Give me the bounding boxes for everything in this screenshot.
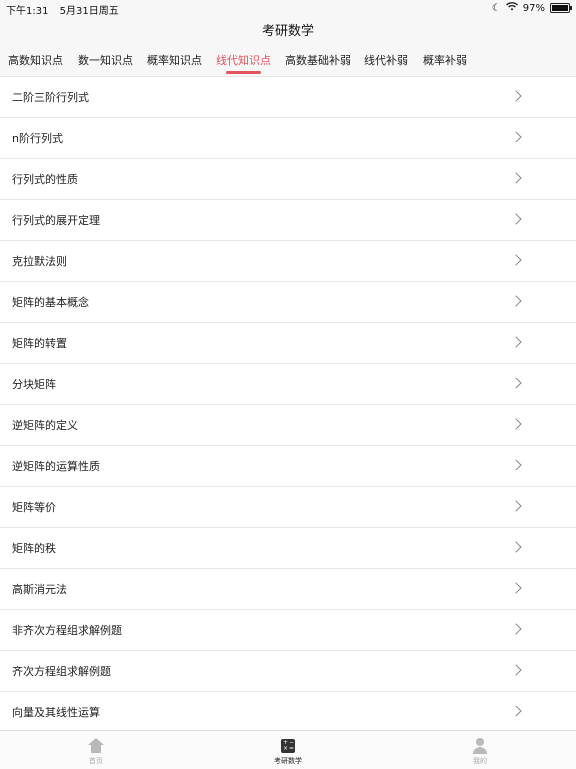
chevron-right-icon — [510, 131, 522, 143]
tab-label: 概率知识点 — [147, 54, 202, 67]
list-item-label: 非齐次方程组求解例题 — [12, 624, 122, 637]
chevron-right-icon — [510, 90, 522, 102]
list-item-label: 矩阵的秩 — [12, 542, 56, 555]
tab-mine-label: 我的 — [473, 757, 487, 765]
list-item[interactable]: 矩阵的秩 — [0, 528, 576, 569]
moon-icon: ☾ — [491, 2, 501, 14]
chevron-right-icon — [510, 295, 522, 307]
wifi-icon — [505, 2, 518, 14]
tab-label: 概率补弱 — [423, 54, 467, 67]
tab-6[interactable]: 概率补弱 — [423, 46, 467, 76]
list-item[interactable]: 矩阵等价 — [0, 487, 576, 528]
list-item-label: 矩阵等价 — [12, 501, 56, 514]
active-tab-indicator — [226, 71, 261, 74]
list-item[interactable]: 行列式的性质 — [0, 159, 576, 200]
tab-home[interactable]: 首页 — [56, 731, 136, 769]
list-item[interactable]: 矩阵的基本概念 — [0, 282, 576, 323]
list-item-label: 向量及其线性运算 — [12, 706, 100, 719]
person-icon — [472, 738, 488, 754]
chevron-right-icon — [510, 541, 522, 553]
chevron-right-icon — [510, 377, 522, 389]
chevron-right-icon — [510, 705, 522, 717]
list-item[interactable]: 二阶三阶行列式 — [0, 77, 576, 118]
tab-label: 线代补弱 — [364, 54, 408, 67]
tab-kaoyan-math[interactable]: + − × = 考研数学 — [248, 731, 328, 769]
tab-4[interactable]: 高数基础补弱 — [285, 46, 351, 76]
list-item-label: 克拉默法则 — [12, 255, 67, 268]
category-tab-bar: 高数知识点 数一知识点 概率知识点 线代知识点 高数基础补弱 线代补弱 概率补弱 — [0, 46, 576, 77]
list-item[interactable]: 矩阵的转置 — [0, 323, 576, 364]
chevron-right-icon — [510, 500, 522, 512]
chevron-right-icon — [510, 336, 522, 348]
chevron-right-icon — [510, 254, 522, 266]
calculator-icon: + − × = — [281, 739, 295, 753]
list-item[interactable]: 齐次方程组求解例题 — [0, 651, 576, 692]
list-item[interactable]: 克拉默法则 — [0, 241, 576, 282]
list-item-label: 行列式的展开定理 — [12, 214, 100, 227]
list-item-label: 高斯消元法 — [12, 583, 67, 596]
tab-5[interactable]: 线代补弱 — [364, 46, 408, 76]
battery-text: 97% — [522, 2, 545, 14]
battery-icon — [550, 3, 572, 13]
list-item-label: 行列式的性质 — [12, 173, 78, 186]
list-item-label: 二阶三阶行列式 — [12, 91, 89, 104]
chevron-right-icon — [510, 213, 522, 225]
list-item-label: n阶行列式 — [12, 132, 63, 145]
tab-3[interactable]: 线代知识点 — [216, 46, 271, 76]
chevron-right-icon — [510, 172, 522, 184]
tab-label: 数一知识点 — [78, 54, 133, 67]
page-title: 考研数学 — [261, 24, 314, 39]
list-item[interactable]: 逆矩阵的定义 — [0, 405, 576, 446]
navigation-bar: 考研数学 — [0, 16, 576, 46]
chevron-right-icon — [510, 582, 522, 594]
chevron-right-icon — [510, 623, 522, 635]
list-item[interactable]: 高斯消元法 — [0, 569, 576, 610]
tab-1[interactable]: 数一知识点 — [78, 46, 133, 76]
home-icon — [88, 738, 104, 754]
chevron-right-icon — [510, 664, 522, 676]
tab-home-label: 首页 — [89, 757, 103, 765]
list-item[interactable]: n阶行列式 — [0, 118, 576, 159]
tab-2[interactable]: 概率知识点 — [147, 46, 202, 76]
tab-label: 线代知识点 — [216, 54, 271, 67]
tab-mine[interactable]: 我的 — [440, 731, 520, 769]
list-item[interactable]: 行列式的展开定理 — [0, 200, 576, 241]
list-item[interactable]: 非齐次方程组求解例题 — [0, 610, 576, 651]
bottom-tab-bar: 首页 + − × = 考研数学 我的 — [0, 730, 576, 769]
topic-list: 二阶三阶行列式 n阶行列式行列式的性质行列式的展开定理 克拉默法则矩阵的基本概念 矩阵… — [0, 77, 576, 729]
list-item-label: 齐次方程组求解例题 — [12, 665, 111, 678]
list-item-label: 矩阵的转置 — [12, 337, 67, 350]
list-item[interactable]: 分块矩阵 — [0, 364, 576, 405]
list-item-label: 逆矩阵的定义 — [12, 419, 78, 432]
chevron-right-icon — [510, 418, 522, 430]
tab-label: 高数知识点 — [8, 54, 63, 67]
list-item-label: 逆矩阵的运算性质 — [12, 460, 100, 473]
tab-kaoyan-math-label: 考研数学 — [274, 757, 302, 765]
list-item[interactable]: 逆矩阵的运算性质 — [0, 446, 576, 487]
status-bar: 下午1:31 5月31日周五 ☾ 97% — [0, 0, 576, 17]
list-item-label: 矩阵的基本概念 — [12, 296, 89, 309]
chevron-right-icon — [510, 459, 522, 471]
list-item[interactable]: 向量及其线性运算 — [0, 692, 576, 729]
tab-label: 高数基础补弱 — [285, 54, 351, 67]
list-item-label: 分块矩阵 — [12, 378, 56, 391]
tab-0[interactable]: 高数知识点 — [8, 46, 63, 76]
